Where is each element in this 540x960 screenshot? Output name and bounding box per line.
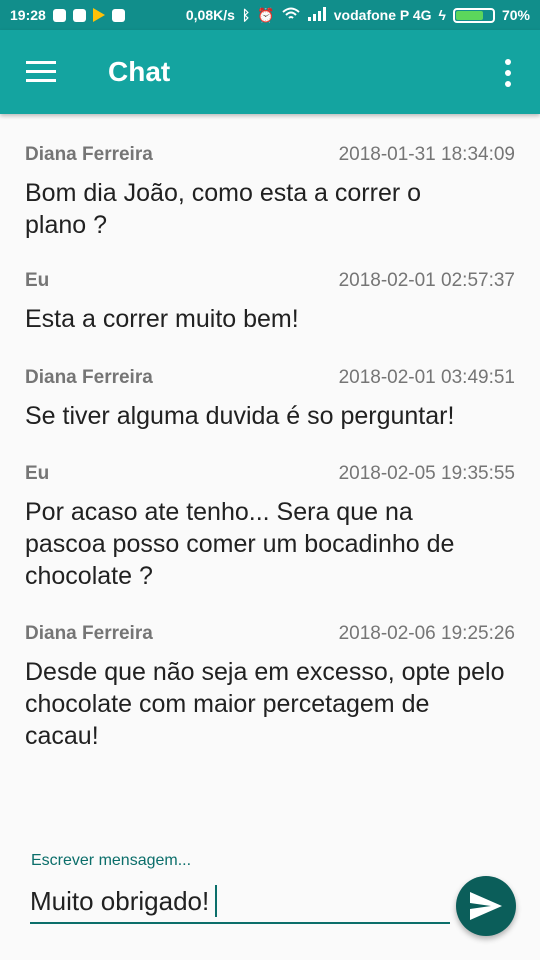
alarm-icon: ⏰ bbox=[257, 6, 275, 23]
text-cursor bbox=[215, 885, 218, 917]
message-timestamp: 2018-01-31 18:34:09 bbox=[338, 144, 515, 165]
battery-icon bbox=[452, 7, 495, 23]
menu-icon[interactable] bbox=[26, 60, 58, 84]
message-sender: Diana Ferreira bbox=[25, 623, 153, 644]
message-item: Diana Ferreira 2018-02-01 03:49:51 Se ti… bbox=[0, 367, 540, 432]
battery-percent: 70% bbox=[501, 7, 530, 23]
send-icon bbox=[470, 892, 502, 920]
message-timestamp: 2018-02-01 02:57:37 bbox=[338, 270, 515, 291]
message-item: Eu 2018-02-05 19:35:55 Por acaso ate ten… bbox=[0, 463, 540, 592]
message-text: Desde que não seja em excesso, opte pelo… bbox=[25, 658, 505, 750]
page-title: Chat bbox=[108, 56, 171, 87]
message-sender: Eu bbox=[25, 463, 50, 484]
status-bar: 19:28 0,08K/s ᛒ ⏰ vodafone P 4G ϟ 70% bbox=[0, 0, 540, 30]
carrier-name: vodafone P 4G bbox=[333, 7, 432, 23]
play-store-icon bbox=[92, 8, 105, 22]
message-item: Eu 2018-02-01 02:57:37 Esta a correr mui… bbox=[0, 270, 540, 335]
send-button[interactable] bbox=[456, 876, 516, 936]
status-time: 19:28 bbox=[10, 7, 46, 23]
signal-icon bbox=[307, 6, 327, 24]
message-input-value: Muito obrigado! bbox=[30, 885, 210, 916]
message-timestamp: 2018-02-06 19:25:26 bbox=[338, 623, 515, 644]
message-text: Se tiver alguma duvida é so perguntar! bbox=[25, 402, 455, 430]
message-item: Diana Ferreira 2018-01-31 18:34:09 Bom d… bbox=[0, 144, 540, 241]
battery-saver-icon bbox=[72, 8, 86, 22]
message-text: Esta a correr muito bem! bbox=[25, 305, 299, 333]
wifi-icon bbox=[282, 7, 300, 24]
more-options-icon[interactable] bbox=[502, 58, 514, 88]
message-text: Bom dia João, como esta a correr o plano… bbox=[25, 179, 422, 239]
network-speed: 0,08K/s bbox=[185, 7, 235, 23]
message-sender: Diana Ferreira bbox=[25, 367, 153, 388]
shield-icon bbox=[52, 8, 66, 22]
message-input[interactable]: Muito obrigado! bbox=[30, 880, 450, 924]
message-timestamp: 2018-02-05 19:35:55 bbox=[338, 463, 515, 484]
app-bar: Chat bbox=[0, 30, 540, 114]
message-item: Diana Ferreira 2018-02-06 19:25:26 Desde… bbox=[0, 623, 540, 752]
android-icon bbox=[111, 8, 125, 22]
bluetooth-icon: ᛒ bbox=[241, 7, 251, 23]
message-input-label: Escrever mensagem... bbox=[31, 852, 192, 869]
message-text: Por acaso ate tenho... Sera que na pasco… bbox=[25, 498, 455, 590]
charging-icon: ϟ bbox=[438, 7, 446, 23]
message-timestamp: 2018-02-01 03:49:51 bbox=[338, 367, 515, 388]
message-sender: Diana Ferreira bbox=[25, 144, 153, 165]
message-sender: Eu bbox=[25, 270, 50, 291]
